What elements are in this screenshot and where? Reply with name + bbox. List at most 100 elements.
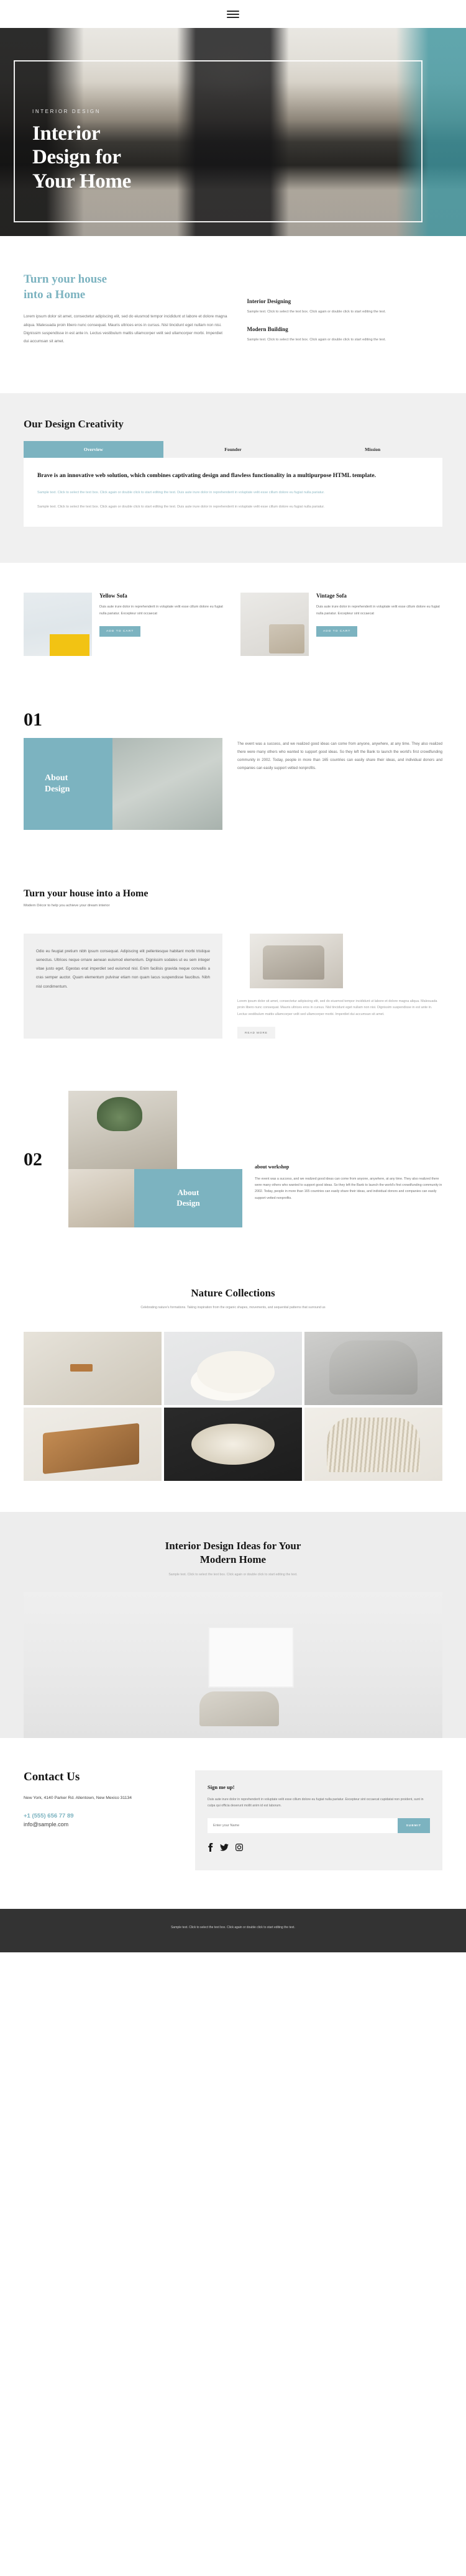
block-one-overlay: About Design xyxy=(24,737,112,830)
product-title-yellow-sofa: Yellow Sofa xyxy=(99,592,127,599)
hero-title-line-2: Design for xyxy=(32,146,121,169)
intro-heading: Turn your house into a Home xyxy=(24,272,228,303)
twitter-icon[interactable] xyxy=(220,1844,229,1851)
about-design-block-two: 02 About Design about workshop The event … xyxy=(0,1070,466,1261)
gallery-image-1[interactable] xyxy=(24,1331,162,1405)
product-text-vintage-sofa: Duis aute irure dolor in reprehenderit i… xyxy=(316,604,440,616)
overlay-line-2: Design xyxy=(176,1198,200,1208)
hamburger-menu-icon[interactable] xyxy=(227,10,239,18)
product-image-vintage-sofa xyxy=(240,592,309,656)
product-card-vintage-sofa: Vintage Sofa Duis aute irure dolor in re… xyxy=(240,592,442,656)
submit-button[interactable]: SUBMIT xyxy=(397,1818,430,1834)
design-ideas-heading-line-1: Interior Design Ideas for Your xyxy=(165,1539,301,1552)
tab-panel-heading: Brave is an innovative web solution, whi… xyxy=(37,471,377,479)
gallery-image-4[interactable] xyxy=(24,1407,162,1481)
burger-line xyxy=(227,10,239,12)
product-card-body: Vintage Sofa Duis aute irure dolor in re… xyxy=(316,593,442,656)
block-two-image-top xyxy=(68,1090,177,1169)
hero-kicker: INTERIOR DESIGN xyxy=(32,109,101,114)
overlay-line-2: Design xyxy=(45,784,70,794)
contact-section: Contact Us New York, 4140 Parker Rd. All… xyxy=(0,1737,466,1909)
top-navigation-bar xyxy=(0,0,466,28)
name-input[interactable] xyxy=(208,1818,398,1834)
turn-house-two-image xyxy=(250,933,343,988)
contact-email[interactable]: info@sample.com xyxy=(24,1821,179,1829)
page-root: INTERIOR DESIGN Interior Design for Your… xyxy=(0,0,466,1952)
burger-line xyxy=(227,13,239,15)
hero-content: INTERIOR DESIGN Interior Design for Your… xyxy=(32,109,131,193)
tab-founder[interactable]: Founder xyxy=(163,441,303,458)
block-two-left: 02 About Design xyxy=(24,1090,242,1227)
signup-heading: Sign me up! xyxy=(208,1783,235,1790)
turn-house-section-two-columns: Odio eu feugiat pretium nibh ipsum conse… xyxy=(0,919,466,1071)
intro-body-text: Lorem ipsum dolor sit amet, consectetur … xyxy=(24,314,227,344)
feature-title-interior-designing: Interior Designing xyxy=(247,298,291,304)
hero-title: Interior Design for Your Home xyxy=(32,122,131,193)
about-design-block-one: 01 About Design The event was a success, … xyxy=(0,688,466,861)
overlay-line-1: About xyxy=(177,1188,199,1198)
feature-title-modern-building: Modern Building xyxy=(247,326,288,333)
intro-heading-line-2: into a Home xyxy=(24,288,86,301)
product-cards-section: Yellow Sofa Duis aute irure dolor in rep… xyxy=(0,562,466,688)
block-two-title: about workshop xyxy=(255,1163,290,1170)
tab-overview[interactable]: Overview xyxy=(24,440,163,458)
turn-house-two-heading: Turn your house into a Home xyxy=(24,888,148,899)
add-to-cart-button-yellow-sofa[interactable]: ADD TO CART xyxy=(99,626,141,637)
gallery-image-6[interactable] xyxy=(304,1407,442,1481)
block-two-overlay-text: About Design xyxy=(176,1188,200,1208)
creativity-tab-panel: Brave is an innovative web solution, whi… xyxy=(24,457,442,527)
read-more-button[interactable]: READ MORE xyxy=(237,1026,275,1039)
product-text-yellow-sofa: Duis aute irure dolor in reprehenderit i… xyxy=(99,604,223,616)
block-two-image-bottom xyxy=(68,1168,134,1227)
contact-info-column: Contact Us New York, 4140 Parker Rd. All… xyxy=(24,1770,179,1870)
social-links xyxy=(208,1843,430,1852)
block-one-right: The event was a success, and we realized… xyxy=(237,709,442,830)
feature-text-interior-designing: Sample text. Click to select the text bo… xyxy=(247,310,386,314)
footer-text: Sample text. Click to select the text bo… xyxy=(171,1926,295,1930)
signup-text: Duis aute irure dolor in reprehenderit i… xyxy=(208,1797,424,1808)
gallery-image-5[interactable] xyxy=(164,1407,302,1481)
intro-left-column: Turn your house into a Home Lorem ipsum … xyxy=(24,272,228,355)
hero-title-line-1: Interior xyxy=(32,122,101,145)
block-one-body-text: The event was a success, and we realized… xyxy=(237,742,442,770)
block-two-overlay: About Design xyxy=(134,1168,242,1227)
block-one-number: 01 xyxy=(24,709,42,730)
nature-collections-subheading: Celebrating nature's formations. Taking … xyxy=(140,1305,326,1309)
nature-collections-gallery xyxy=(0,1317,466,1512)
block-two-collage: About Design xyxy=(68,1090,242,1227)
gallery-image-2[interactable] xyxy=(164,1331,302,1405)
product-title-vintage-sofa: Vintage Sofa xyxy=(316,592,347,599)
tab-panel-muted-paragraph: Sample text. Click to select the text bo… xyxy=(37,504,325,509)
product-card-body: Yellow Sofa Duis aute irure dolor in rep… xyxy=(99,593,226,656)
product-image-yellow-sofa xyxy=(24,592,92,656)
nature-collections-heading: Nature Collections xyxy=(191,1286,275,1299)
creativity-tab-list: Overview Founder Mission xyxy=(24,440,442,458)
tab-mission[interactable]: Mission xyxy=(303,441,442,458)
design-creativity-section: Our Design Creativity Overview Founder M… xyxy=(0,393,466,563)
design-ideas-heading-line-2: Modern Home xyxy=(199,1553,267,1565)
contact-phone[interactable]: +1 (555) 656 77 89 xyxy=(24,1812,179,1821)
intro-section: Turn your house into a Home Lorem ipsum … xyxy=(0,236,466,393)
facebook-icon[interactable] xyxy=(208,1843,213,1852)
gallery-image-3[interactable] xyxy=(304,1331,442,1405)
instagram-icon[interactable] xyxy=(235,1844,243,1851)
hero-title-line-3: Your Home xyxy=(32,170,131,193)
intro-heading-line-1: Turn your house xyxy=(24,273,107,286)
block-two-right: about workshop The event was a success, … xyxy=(255,1091,442,1227)
product-card-yellow-sofa: Yellow Sofa Duis aute irure dolor in rep… xyxy=(24,592,226,656)
turn-house-two-right-text: Lorem ipsum dolor sit amet, consectetur … xyxy=(237,999,437,1016)
design-creativity-heading: Our Design Creativity xyxy=(24,417,124,430)
turn-house-section-two-header: Turn your house into a Home Modern Décor… xyxy=(0,860,466,920)
add-to-cart-button-vintage-sofa[interactable]: ADD TO CART xyxy=(316,626,358,637)
turn-house-two-left-text: Odio eu feugiat pretium nibh ipsum conse… xyxy=(36,949,210,989)
design-ideas-heading: Interior Design Ideas for Your Modern Ho… xyxy=(24,1539,442,1567)
tab-panel-accent-paragraph: Sample text. Click to select the text bo… xyxy=(37,490,325,494)
design-ideas-image xyxy=(24,1591,442,1738)
contact-address: New York, 4140 Parker Rd. Allentown, New… xyxy=(24,1795,132,1800)
feature-text-modern-building: Sample text. Click to select the text bo… xyxy=(247,338,386,342)
contact-heading: Contact Us xyxy=(24,1770,80,1783)
page-footer: Sample text. Click to select the text bo… xyxy=(0,1909,466,1952)
turn-house-two-right-panel: Lorem ipsum dolor sit amet, consectetur … xyxy=(237,933,442,1039)
block-one-overlay-text: About Design xyxy=(24,773,70,794)
design-ideas-subheading: Sample text. Click to select the text bo… xyxy=(168,1573,298,1577)
